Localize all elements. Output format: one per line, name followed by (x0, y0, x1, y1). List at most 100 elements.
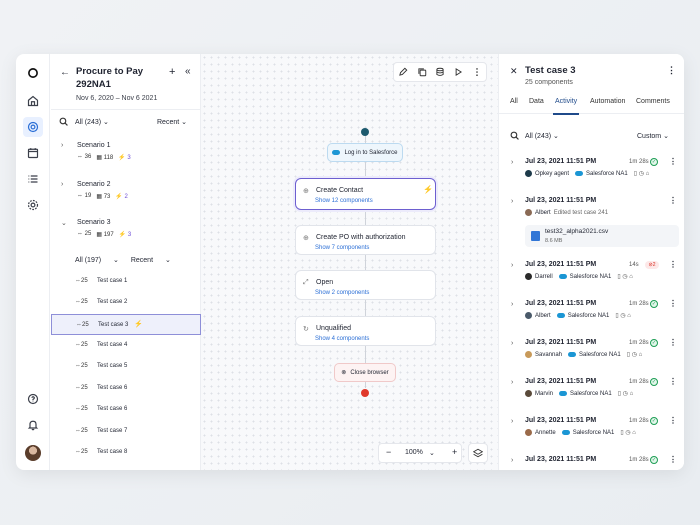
chevron-down-icon[interactable]: ⌄ (429, 449, 435, 457)
more-vertical-icon[interactable]: ⋮ (669, 260, 677, 269)
tab-activity[interactable]: Activity (555, 98, 577, 105)
activity-date: Jul 23, 2021 11:51 PM (525, 456, 597, 463)
chevron-right-icon[interactable]: › (511, 418, 513, 425)
login-step[interactable]: Log in to Salesforce (327, 143, 403, 162)
chevron-right-icon[interactable]: › (61, 181, 63, 188)
database-icon[interactable] (435, 67, 445, 77)
tab-comments[interactable]: Comments (636, 98, 670, 105)
help-icon[interactable] (23, 389, 43, 409)
test-case-count: 25 (82, 322, 89, 328)
more-vertical-icon[interactable]: ⋮ (669, 377, 677, 386)
test-case-row[interactable]: ⇔ 25 Test case 1 (51, 271, 201, 292)
tab-all[interactable]: All (510, 98, 518, 105)
details-panel: ✕ Test case 3 25 components ⋮ All Data A… (498, 54, 684, 470)
chevron-down-icon[interactable]: ⌄ (61, 219, 67, 227)
show-components-link[interactable]: Show 2 components (315, 290, 369, 296)
date-range: Nov 6, 2020 – Nov 6 2021 (76, 95, 158, 102)
chevron-right-icon[interactable]: › (511, 198, 513, 205)
play-icon[interactable] (453, 67, 463, 77)
file-attachment[interactable]: test32_alpha2021.csv 8.6 MB (525, 225, 679, 247)
activity-sort[interactable]: Custom ⌄ (637, 132, 669, 140)
chevron-right-icon[interactable]: › (511, 457, 513, 464)
test-case-name: Test case 5 (97, 363, 128, 369)
copy-icon[interactable] (417, 67, 427, 77)
add-icon[interactable]: + (169, 66, 175, 78)
test-case-row[interactable]: ⇔ 25 Test case 6 (51, 378, 201, 399)
test-case-row[interactable]: ⇔ 25 Test case 4 (51, 335, 201, 356)
more-vertical-icon[interactable]: ⋮ (669, 196, 677, 205)
tab-automation[interactable]: Automation (590, 98, 625, 105)
show-components-link[interactable]: Show 4 components (315, 336, 369, 342)
tab-data[interactable]: Data (529, 98, 544, 105)
logo-icon[interactable] (23, 63, 43, 83)
pencil-icon[interactable] (398, 67, 408, 77)
more-vertical-icon[interactable]: ⋮ (669, 338, 677, 347)
plus-circle-icon: ⊕ (303, 188, 309, 195)
flow-canvas[interactable]: Log in to Salesforce ⊕ Create Contact Sh… (201, 54, 498, 470)
more-vertical-icon[interactable]: ⋮ (669, 455, 677, 464)
tc-sort-dropdown[interactable]: Recent ⌄ (131, 257, 171, 264)
zoom-in-button[interactable]: + (452, 447, 457, 457)
step-unqualified[interactable]: ↻ Unqualified Show 4 components (295, 316, 436, 346)
activity-filter-all[interactable]: All (243) ⌄ (525, 132, 559, 140)
success-icon: ✓ (650, 158, 658, 166)
zoom-out-button[interactable]: − (386, 447, 391, 457)
chevron-right-icon[interactable]: › (511, 262, 513, 269)
back-arrow-icon[interactable]: ← (60, 67, 70, 78)
more-vertical-icon[interactable]: ⋮ (669, 299, 677, 308)
step-open[interactable]: ⤢ Open Show 2 components (295, 270, 436, 300)
activity-date: Jul 23, 2021 11:51 PM (525, 378, 597, 385)
zoom-level[interactable]: 100% (405, 449, 423, 456)
show-components-link[interactable]: Show 12 components (315, 198, 373, 204)
calendar-icon[interactable] (23, 143, 43, 163)
test-case-row[interactable]: ⇔ 25 Test case 8 (51, 442, 201, 463)
test-case-count: 25 (81, 342, 88, 348)
close-browser-step[interactable]: ⊗ Close browser (334, 363, 396, 382)
layers-button[interactable] (468, 443, 488, 463)
test-case-row[interactable]: ⇔ 25 Test case 6 (51, 399, 201, 420)
list-icon[interactable] (23, 169, 43, 189)
salesforce-icon (568, 352, 577, 357)
chevron-right-icon[interactable]: › (61, 142, 63, 149)
chevron-right-icon[interactable]: › (511, 301, 513, 308)
sort-dropdown[interactable]: Recent ⌄ (157, 118, 187, 126)
chevron-right-icon[interactable]: › (511, 379, 513, 386)
more-vertical-icon[interactable]: ⋮ (667, 65, 676, 76)
activity-user: Annette (535, 429, 556, 436)
nav-rail (16, 54, 50, 470)
salesforce-icon (561, 430, 570, 435)
layers-icon (473, 448, 483, 458)
test-case-row[interactable]: ⇔ 25 Test case 7 (51, 421, 201, 442)
test-case-row[interactable]: ⇔ 25 Test case 3 ⚡ (51, 314, 201, 335)
success-icon: ✓ (650, 456, 658, 464)
avatar[interactable] (25, 445, 41, 461)
bell-icon[interactable] (23, 415, 43, 435)
chevron-right-icon[interactable]: › (511, 340, 513, 347)
activity-duration: 1m 28s (629, 379, 649, 385)
collapse-panel-icon[interactable]: « (185, 66, 191, 77)
step-create-po[interactable]: ⊕ Create PO with authorization Show 7 co… (295, 225, 436, 255)
show-components-link[interactable]: Show 7 components (315, 245, 369, 251)
close-icon[interactable]: ✕ (510, 66, 518, 77)
stat-count: 25 (84, 231, 92, 237)
more-vertical-icon[interactable]: ⋮ (669, 416, 677, 425)
more-vertical-icon[interactable]: ⋮ (669, 157, 677, 166)
gear-icon[interactable] (23, 195, 43, 215)
test-case-row[interactable]: ⇔ 25 Test case 5 (51, 356, 201, 377)
step-create-contact[interactable]: ⊕ Create Contact Show 12 components ⚡ (295, 178, 436, 210)
more-vertical-icon[interactable] (472, 67, 482, 77)
salesforce-icon (558, 274, 567, 279)
success-icon: ✓ (650, 378, 658, 386)
stat-count: 2 (124, 194, 128, 200)
aperture-icon[interactable] (23, 117, 43, 137)
activity-duration: 1m 28s (629, 340, 649, 346)
chevron-down-icon: ⌄ (181, 119, 188, 126)
tc-filter-all-dropdown[interactable]: All (197) ⌄ (75, 257, 119, 264)
details-subtitle: 25 components (525, 79, 573, 86)
search-icon[interactable] (510, 131, 519, 140)
chevron-right-icon[interactable]: › (511, 159, 513, 166)
test-case-row[interactable]: ⇔ 25 Test case 2 (51, 292, 201, 313)
home-icon[interactable] (23, 91, 43, 111)
filter-all-dropdown[interactable]: All (243) ⌄ (75, 118, 109, 126)
search-icon[interactable] (59, 117, 68, 126)
